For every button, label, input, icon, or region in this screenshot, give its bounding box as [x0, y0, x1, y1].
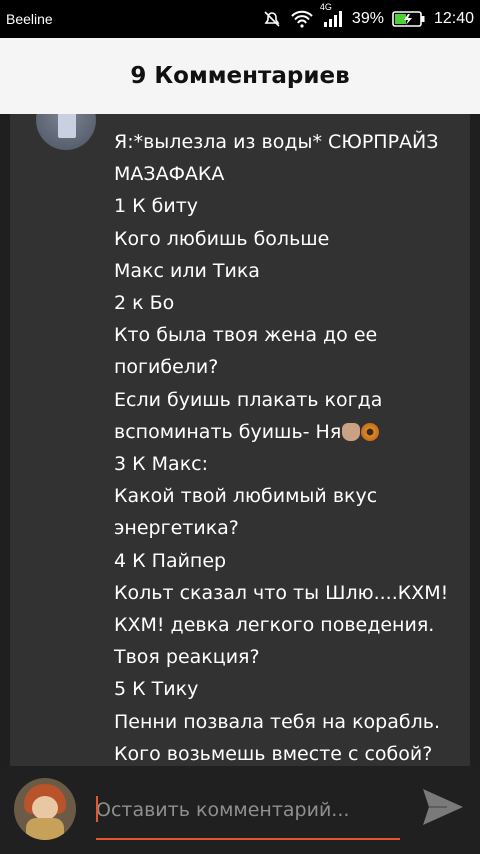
battery-icon — [392, 10, 426, 28]
comment-input-wrap[interactable] — [96, 788, 400, 842]
user-avatar[interactable] — [14, 778, 76, 840]
comment-line: 1 К биту — [114, 195, 199, 218]
comment-line: Кольт сказал что ты Шлю....КХМ! — [114, 581, 449, 604]
page-title: 9 Комментариев — [130, 63, 350, 89]
comment-line: энергетика? — [114, 517, 239, 540]
status-icons: 4G 39% 12:40 — [262, 2, 474, 29]
header: 9 Комментариев — [0, 38, 480, 114]
comment-line: вспоминать буишь- Ня — [114, 420, 342, 443]
signal-icon: 4G — [320, 2, 344, 28]
status-bar: Beeline 4G 39% 12:40 — [0, 0, 480, 38]
comment-input[interactable] — [96, 788, 400, 832]
comment-text: Я:*вылезла из воды* СЮРПРАЙЗ МАЗАФАКА 1 … — [114, 126, 470, 766]
avatar-face — [32, 796, 58, 820]
comment-line: Твоя реакция? — [114, 646, 260, 669]
input-underline — [96, 838, 400, 840]
carrier-name: Beeline — [6, 11, 53, 27]
send-button[interactable] — [418, 784, 468, 834]
comment-card: Я:*вылезла из воды* СЮРПРАЙЗ МАЗАФАКА 1 … — [10, 114, 470, 766]
comment-line: Кого возьмешь вместе с собой? — [114, 742, 433, 765]
network-type: 4G — [319, 2, 332, 12]
comment-line: Пенни позвала тебя на корабль. — [114, 710, 440, 733]
comment-line: 2 к Бо — [114, 292, 175, 315]
text-caret — [96, 796, 98, 822]
comment-line: Я:*вылезла из воды* СЮРПРАЙЗ — [114, 131, 439, 153]
wifi-icon — [290, 10, 314, 28]
comment-composer — [0, 766, 480, 854]
comment-line: КХМ! девка легкого поведения. — [114, 614, 435, 637]
comment-line: Кого любишь больше — [114, 227, 330, 250]
clock: 12:40 — [433, 10, 474, 27]
comment-line: 5 К Тику — [114, 678, 199, 701]
coffee-hand-emoji-icon — [342, 422, 361, 441]
comment-line: 4 К Пайпер — [114, 549, 227, 572]
commenter-avatar[interactable] — [36, 114, 96, 150]
avatar-figure — [58, 114, 76, 138]
send-icon — [421, 787, 465, 832]
comments-list[interactable]: Я:*вылезла из воды* СЮРПРАЙЗ МАЗАФАКА 1 … — [0, 114, 480, 766]
comment-line: 3 К Макс: — [114, 453, 209, 476]
comment-line: Какой твой любимый вкус — [114, 485, 378, 508]
comment-line: погибели? — [114, 356, 219, 379]
comment-line: Если буишь плакать когда — [114, 388, 383, 411]
comment-line: Кто была твоя жена до ее — [114, 324, 378, 347]
avatar-body — [26, 818, 64, 840]
comment-line-with-emoji: вспоминать буишь- Ня — [114, 416, 470, 448]
donut-emoji-icon — [361, 422, 380, 441]
battery-percent: 39% — [351, 10, 384, 27]
comment-line: Макс или Тика — [114, 259, 260, 282]
comment-line: МАЗАФАКА — [114, 163, 225, 186]
mute-icon — [262, 9, 282, 29]
